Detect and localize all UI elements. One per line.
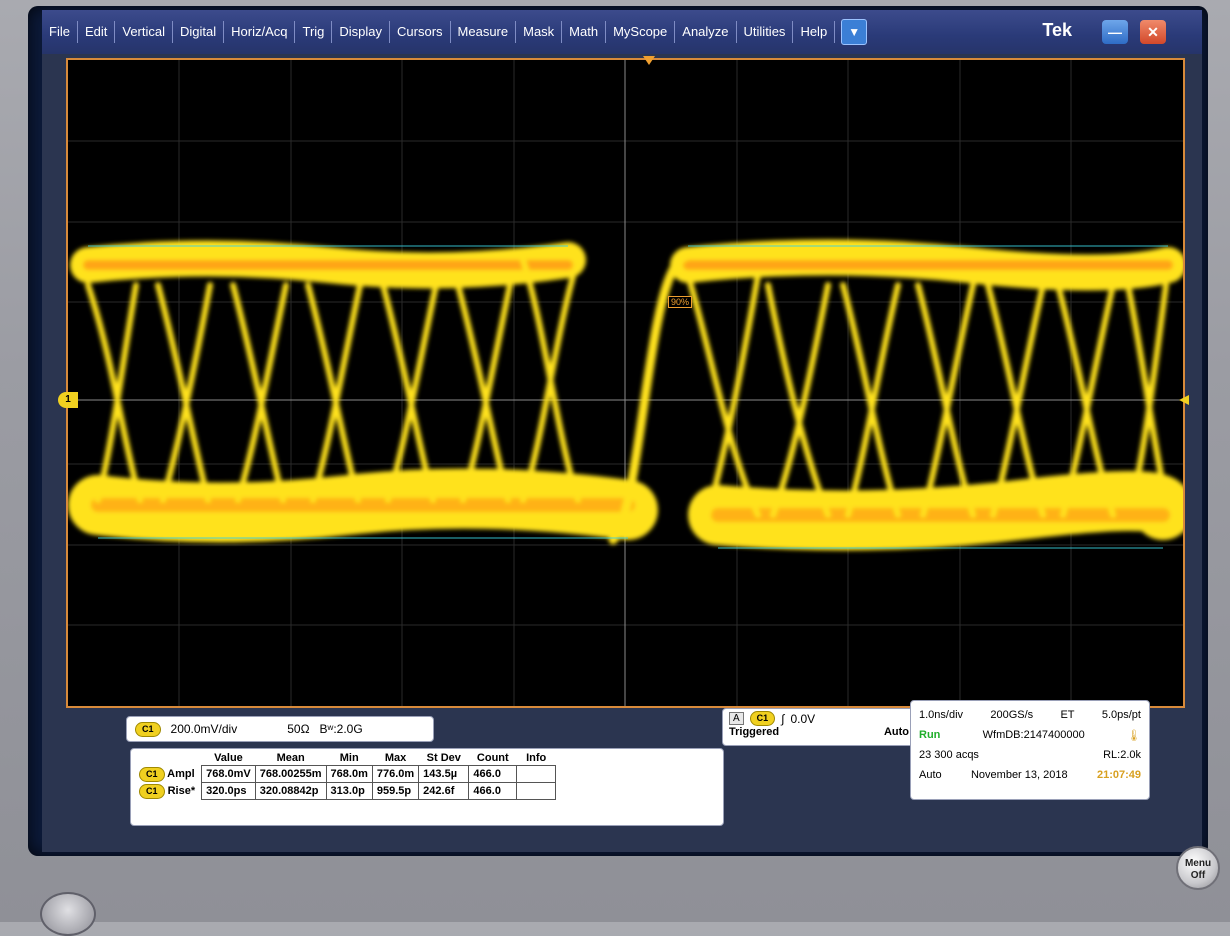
sample-rate: 200GS/s xyxy=(990,709,1034,721)
channel-badge: C1 xyxy=(139,783,165,799)
menu-mask[interactable]: Mask xyxy=(516,21,563,43)
eye-diagram xyxy=(68,60,1183,706)
measurement-name: Ampl xyxy=(167,767,195,780)
menu-help[interactable]: Help xyxy=(793,21,836,43)
trigger-status: Triggered xyxy=(729,726,780,738)
minimize-button[interactable]: — xyxy=(1102,20,1128,44)
trigger-level-marker[interactable] xyxy=(1179,395,1189,405)
vertical-scale: 200.0mV/div xyxy=(170,722,238,736)
menu-dropdown-button[interactable]: ▼ xyxy=(841,19,868,45)
tek-logo: Tek xyxy=(1042,20,1072,40)
menu-file[interactable]: File xyxy=(42,21,78,43)
menu-vertical[interactable]: Vertical xyxy=(115,21,173,43)
measurement-value: 768.0mV xyxy=(201,765,256,783)
measurement-value: 320.0ps xyxy=(201,782,256,800)
column-header: Min xyxy=(339,752,359,764)
trigger-position-marker[interactable] xyxy=(643,56,655,65)
measurement-min: 768.0m xyxy=(325,765,373,783)
column-header: Mean xyxy=(276,752,305,764)
menu-horiz-acq[interactable]: Horiz/Acq xyxy=(224,21,296,43)
menu-math[interactable]: Math xyxy=(562,21,607,43)
measurement-max: 776.0m xyxy=(371,765,420,783)
table-row[interactable]: C1 Rise* 320.0ps 320.08842p 313.0p 959.5… xyxy=(135,782,557,800)
column-header: Max xyxy=(384,752,407,764)
column-header: Value xyxy=(214,752,243,764)
measurement-info xyxy=(516,765,557,783)
table-row[interactable]: C1 Ampl 768.0mV 768.00255m 768.0m 776.0m… xyxy=(135,765,557,783)
trigger-level: 0.0V xyxy=(790,711,816,726)
measurement-max: 959.5p xyxy=(371,782,420,800)
menu-utilities[interactable]: Utilities xyxy=(737,21,794,43)
channel-badge: C1 xyxy=(135,721,161,737)
measurement-min: 313.0p xyxy=(325,782,373,800)
acquisition-panel[interactable]: 1.0ns/div 200GS/s ET 5.0ps/pt Run WfmDB:… xyxy=(910,700,1150,800)
menu-bar: File Edit Vertical Digital Horiz/Acq Tri… xyxy=(42,10,1202,54)
measurement-stdev: 143.5µ xyxy=(418,765,470,783)
chevron-down-icon: ▼ xyxy=(848,25,861,39)
waveform-traces xyxy=(68,239,1183,551)
center-axes xyxy=(68,60,1183,706)
bandwidth-limit: Bʷ:2.0G xyxy=(319,722,363,736)
menu-analyze[interactable]: Analyze xyxy=(675,21,737,43)
channel-1-ground-marker[interactable]: 1 xyxy=(58,392,78,408)
menu-edit[interactable]: Edit xyxy=(78,21,116,43)
channel-badge: C1 xyxy=(139,766,165,782)
run-state: Run xyxy=(919,729,941,741)
measurements-panel[interactable]: Value Mean Min Max St Dev Count Info C1 … xyxy=(130,748,724,826)
menu-trig[interactable]: Trig xyxy=(295,21,333,43)
trigger-event-letter: A xyxy=(729,712,744,725)
date: November 13, 2018 xyxy=(970,769,1068,781)
thermometer-icon: 🌡 xyxy=(1127,729,1141,742)
menu-myscope[interactable]: MyScope xyxy=(606,21,676,43)
measurement-count: 466.0 xyxy=(468,782,518,800)
measurement-info xyxy=(516,782,557,800)
time: 21:07:49 xyxy=(1096,769,1141,781)
column-header: Info xyxy=(526,752,547,764)
scope-screen: File Edit Vertical Digital Horiz/Acq Tri… xyxy=(42,10,1202,852)
waveform-graticule[interactable]: 1 90% xyxy=(58,56,1189,708)
measurement-stdev: 242.6f xyxy=(418,782,470,800)
measurement-mean: 768.00255m xyxy=(254,765,327,783)
minimize-icon: — xyxy=(1108,24,1122,40)
rising-edge-icon: ∫ xyxy=(781,711,785,726)
menu-display[interactable]: Display xyxy=(332,21,391,43)
close-button[interactable]: ✕ xyxy=(1140,20,1166,44)
record-length: RL:2.0k xyxy=(1103,749,1141,761)
table-header-row: Value Mean Min Max St Dev Count Info xyxy=(135,751,556,766)
measurement-mean: 320.08842p xyxy=(254,782,327,800)
resolution: 5.0ps/pt xyxy=(1101,709,1141,721)
column-header: St Dev xyxy=(426,752,461,764)
vertical-settings-panel[interactable]: C1 200.0mV/div 50Ω Bʷ:2.0G xyxy=(126,716,434,742)
measurement-count: 466.0 xyxy=(468,765,518,783)
front-panel-knob[interactable] xyxy=(40,892,96,936)
menu-digital[interactable]: Digital xyxy=(173,21,225,43)
termination: 50Ω xyxy=(287,722,310,736)
measurement-name: Rise* xyxy=(167,784,196,797)
horizontal-mode: Auto xyxy=(919,769,942,781)
acquisition-count: 23 300 acqs xyxy=(919,749,979,761)
trigger-source-badge: C1 xyxy=(749,711,776,726)
menu-measure[interactable]: Measure xyxy=(451,21,517,43)
measurements-table: Value Mean Min Max St Dev Count Info C1 … xyxy=(135,751,557,800)
reference-level-label: 90% xyxy=(668,296,693,308)
menu-cursors[interactable]: Cursors xyxy=(390,21,451,43)
trigger-mode: Auto xyxy=(883,726,909,738)
trigger-panel[interactable]: A C1 ∫ 0.0V Triggered Auto xyxy=(722,708,916,746)
close-icon: ✕ xyxy=(1147,24,1159,40)
menu-off-button[interactable]: Menu Off xyxy=(1176,846,1220,890)
wfmdb-count: WfmDB:2147400000 xyxy=(982,729,1085,741)
column-header: Count xyxy=(476,752,509,764)
timebase: 1.0ns/div xyxy=(919,709,964,721)
acq-mode: ET xyxy=(1060,709,1075,721)
